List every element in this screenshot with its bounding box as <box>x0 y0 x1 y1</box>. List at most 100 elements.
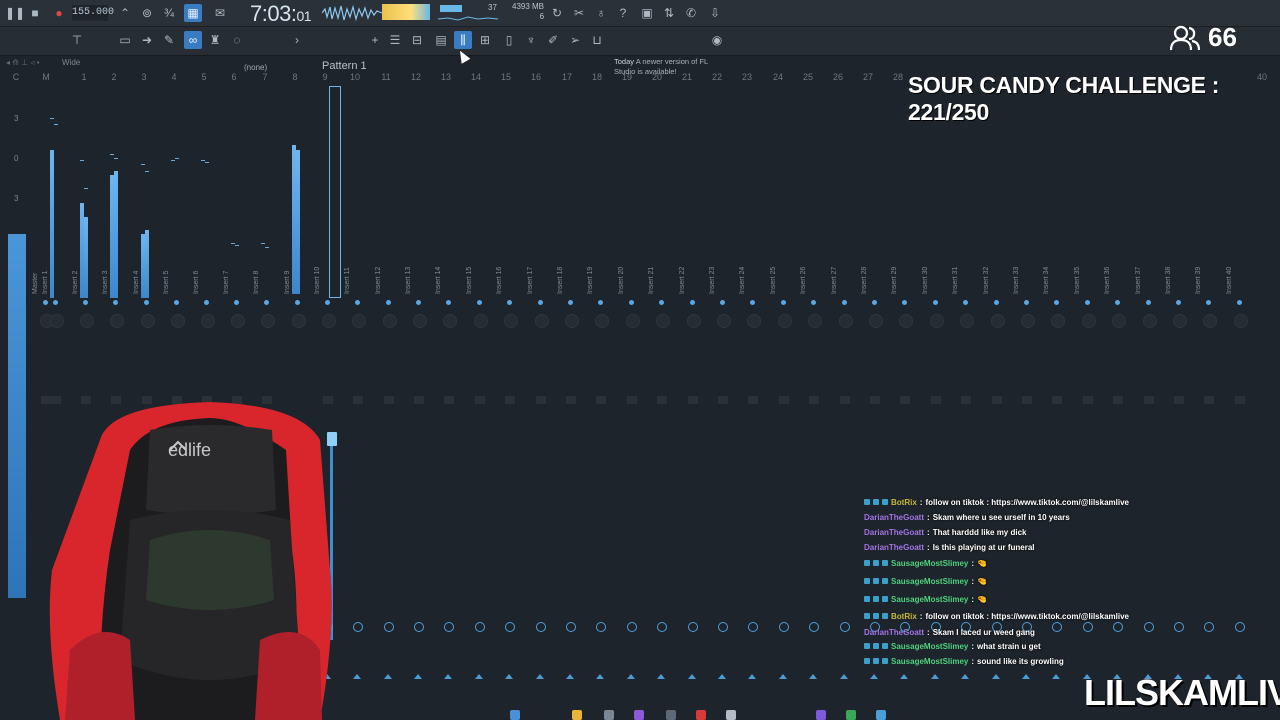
download-icon[interactable]: ⇩ <box>706 4 724 22</box>
track-route-dot[interactable] <box>204 300 209 305</box>
track-label[interactable]: Insert 15 <box>466 267 473 294</box>
track-arrow-up-icon[interactable] <box>778 674 787 679</box>
track-label[interactable]: Insert 11 <box>344 267 351 294</box>
track-route-dot[interactable] <box>234 300 240 305</box>
track-pan-knob[interactable] <box>1021 314 1035 328</box>
track-label[interactable]: Insert 35 <box>1074 267 1081 294</box>
track-route-dot[interactable] <box>113 300 119 305</box>
track-pan-knob[interactable] <box>110 314 125 328</box>
undo-history-icon[interactable]: ↻ <box>548 4 566 22</box>
plugin-icon[interactable]: ♆ <box>522 31 540 49</box>
track-label[interactable]: Insert 6 <box>193 271 200 294</box>
track-route-dot[interactable] <box>143 300 149 305</box>
track-pan-knob[interactable] <box>413 314 427 328</box>
track-route-dot[interactable] <box>689 300 695 305</box>
track-route-dot[interactable] <box>720 300 725 305</box>
track-pan-knob[interactable] <box>352 314 367 328</box>
track-route-dot[interactable] <box>476 300 482 305</box>
track-arrow-up-icon[interactable] <box>474 674 483 679</box>
spotify-icon[interactable] <box>846 710 856 720</box>
track-label[interactable]: Insert 36 <box>1104 267 1111 294</box>
track-label[interactable]: Insert 30 <box>922 267 929 294</box>
track-label[interactable]: Insert 25 <box>770 267 777 294</box>
track-fader-handle[interactable] <box>1022 396 1032 404</box>
track-fader-handle[interactable] <box>991 396 1002 404</box>
track-arrow-up-icon[interactable] <box>657 674 666 679</box>
track-send-circle[interactable] <box>809 622 820 632</box>
track-label[interactable]: Insert 40 <box>1226 267 1233 294</box>
track-label[interactable]: Insert 19 <box>587 267 594 294</box>
track-route-dot[interactable] <box>1206 300 1212 305</box>
track-fader-handle[interactable] <box>870 396 880 404</box>
track-arrow-up-icon[interactable] <box>444 674 453 679</box>
step-edit-icon[interactable]: ▦ <box>184 4 202 22</box>
record-icon[interactable]: ● <box>50 4 68 22</box>
track-arrow-up-icon[interactable] <box>870 674 878 679</box>
track-route-dot[interactable] <box>324 300 330 305</box>
track-arrow-up-icon[interactable] <box>1052 674 1061 679</box>
pattern-selector[interactable]: Pattern 1 <box>322 60 367 72</box>
keyboard-icon[interactable]: ▭ <box>116 31 134 49</box>
track-route-dot[interactable] <box>1145 300 1151 305</box>
track-route-dot[interactable] <box>841 300 847 305</box>
track-pan-knob[interactable] <box>929 314 944 328</box>
track-arrow-up-icon[interactable] <box>566 674 574 679</box>
track-pan-knob[interactable] <box>747 314 762 328</box>
track-fader-handle[interactable] <box>444 396 455 404</box>
track-send-circle[interactable] <box>1174 622 1184 632</box>
track-route-dot[interactable] <box>53 300 58 305</box>
track-send-circle[interactable] <box>687 622 698 632</box>
track-route-dot[interactable] <box>1236 300 1242 305</box>
track-label[interactable]: Insert 8 <box>253 271 260 294</box>
track-route-dot[interactable] <box>902 300 908 305</box>
track-label[interactable]: Insert 12 <box>375 267 382 294</box>
track-label[interactable]: Insert 34 <box>1043 267 1050 294</box>
tempo-display[interactable]: 155.000 <box>72 5 114 21</box>
track-route-dot[interactable] <box>446 300 452 305</box>
microphone-icon[interactable]: ♁ <box>592 4 610 22</box>
track-send-circle[interactable] <box>748 622 759 632</box>
track-label[interactable]: Insert 39 <box>1195 267 1202 294</box>
track-pan-knob[interactable] <box>717 314 731 328</box>
track-route-dot[interactable] <box>1084 300 1090 305</box>
link-icon[interactable]: ∞ <box>184 31 202 49</box>
countdown-icon[interactable]: ¾ <box>160 4 178 22</box>
track-label[interactable]: Insert 37 <box>1135 267 1142 294</box>
track-label[interactable]: Insert 13 <box>405 267 412 294</box>
chat-username[interactable]: SausageMostSlimey <box>891 577 968 586</box>
track-label[interactable]: Insert 18 <box>557 267 564 294</box>
track-pan-knob[interactable] <box>899 314 914 328</box>
track-arrow-up-icon[interactable] <box>596 674 605 679</box>
play-arrow-icon[interactable]: ➜ <box>138 31 156 49</box>
chat-username[interactable]: SausageMostSlimey <box>891 642 968 651</box>
track-fader-handle[interactable] <box>383 396 394 404</box>
track-arrow-up-icon[interactable] <box>991 674 1000 679</box>
app-blue-icon[interactable] <box>876 710 886 720</box>
track-pan-knob[interactable] <box>777 314 792 328</box>
track-route-dot[interactable] <box>872 300 877 305</box>
track-arrow-up-icon[interactable] <box>718 674 726 679</box>
track-fader-handle[interactable] <box>748 396 759 404</box>
mixer-view-tools[interactable]: ◂ ⟰ ⊥ ◃ ▪ <box>6 56 68 68</box>
browser-icon[interactable]: ⊞ <box>476 31 494 49</box>
track-fader-handle[interactable] <box>414 396 424 404</box>
track-fader-handle[interactable] <box>1174 396 1184 404</box>
track-fader-handle[interactable] <box>657 396 668 404</box>
chat-username[interactable]: DarianTheGoatt <box>864 628 924 637</box>
track-label[interactable]: Insert 10 <box>314 267 321 294</box>
track-fader-handle[interactable] <box>809 396 820 404</box>
track-label[interactable]: Insert 21 <box>648 267 655 294</box>
track-pan-knob[interactable] <box>534 314 549 328</box>
track-arrow-up-icon[interactable] <box>809 674 818 679</box>
track-send-circle[interactable] <box>778 622 789 632</box>
track-send-circle[interactable] <box>414 622 424 632</box>
track-label[interactable]: Insert 2 <box>72 271 79 294</box>
track-pan-knob[interactable] <box>170 314 185 328</box>
track-arrow-up-icon[interactable] <box>414 674 422 679</box>
track-fader-handle[interactable] <box>900 396 911 404</box>
track-route-dot[interactable] <box>173 300 179 305</box>
track-route-dot[interactable] <box>537 300 543 305</box>
mixer-icon[interactable]: ⫼ <box>454 31 472 49</box>
chat-username[interactable]: DarianTheGoatt <box>864 513 924 522</box>
playlist-icon[interactable]: ☰ <box>386 31 404 49</box>
